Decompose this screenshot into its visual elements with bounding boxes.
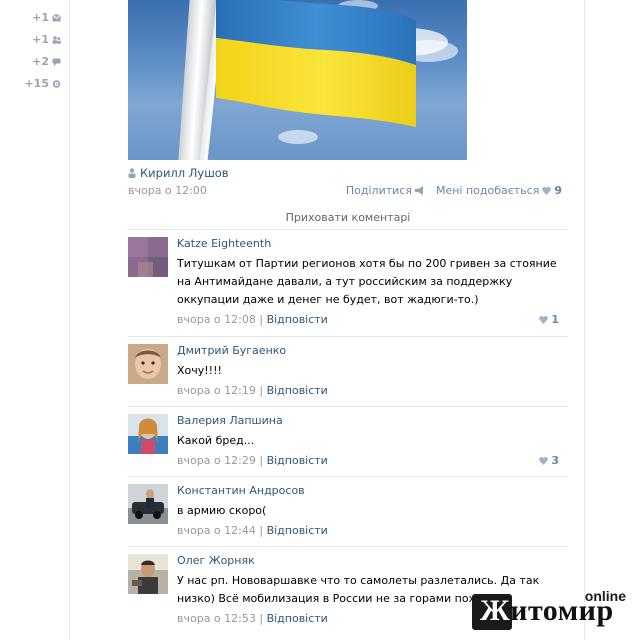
right-column-border bbox=[584, 0, 585, 640]
comment-like-count: 1 bbox=[551, 313, 559, 326]
comment-time[interactable]: вчора о 12:08 bbox=[177, 313, 256, 326]
meta-separator: | bbox=[255, 384, 267, 397]
gear-icon bbox=[52, 79, 61, 88]
comment-time[interactable]: вчора о 12:19 bbox=[177, 384, 256, 397]
avatar-image bbox=[128, 414, 168, 454]
messages-counter[interactable]: +1 bbox=[32, 11, 61, 24]
comment-icon bbox=[52, 58, 61, 66]
comment-author[interactable]: Katze Eighteenth bbox=[177, 237, 567, 251]
heart-icon bbox=[542, 186, 552, 195]
users-icon bbox=[52, 35, 61, 44]
avatar[interactable] bbox=[128, 484, 168, 524]
hide-comments-link[interactable]: Приховати коментарі bbox=[128, 206, 568, 230]
meta-separator: | bbox=[255, 612, 267, 625]
avatar-image bbox=[128, 344, 168, 384]
notifications-counter[interactable]: +15 bbox=[24, 77, 61, 90]
comment-item: Дмитрий Бугаенко Хочу!!!! вчора о 12:19 … bbox=[128, 344, 568, 407]
post-image[interactable] bbox=[128, 0, 467, 160]
meta-separator: | bbox=[255, 524, 267, 537]
avatar-image bbox=[128, 554, 168, 594]
comment-item: Константин Андросов в армию скоро( вчора… bbox=[128, 484, 568, 547]
site-watermark-logo: Житомир online bbox=[472, 588, 632, 636]
avatar-image bbox=[128, 484, 168, 524]
post-author-name[interactable]: Кирилл Лушов bbox=[140, 166, 229, 180]
reply-button[interactable]: Відповісти bbox=[267, 454, 328, 467]
comment-meta: вчора о 12:44 | Відповісти bbox=[177, 524, 567, 538]
post-date[interactable]: вчора о 12:00 bbox=[128, 184, 207, 197]
ukrainian-flag-image bbox=[216, 0, 416, 128]
comment-author[interactable]: Дмитрий Бугаенко bbox=[177, 344, 567, 358]
reply-button[interactable]: Відповісти bbox=[267, 313, 328, 326]
comment-meta: вчора о 12:08 | Відповісти 1 bbox=[177, 313, 567, 327]
comment-item: Katze Eighteenth Титушкам от Партии реги… bbox=[128, 237, 568, 337]
watermark-first-letter: Ж bbox=[480, 594, 511, 627]
comment-time[interactable]: вчора о 12:44 bbox=[177, 524, 256, 537]
notifications-count: +15 bbox=[24, 77, 49, 90]
comment-text: Титушкам от Партии регионов хотя бы по 2… bbox=[177, 257, 557, 306]
avatar-image bbox=[128, 237, 168, 277]
meta-separator: | bbox=[255, 454, 267, 467]
comment-like-count: 3 bbox=[551, 454, 559, 467]
share-label: Поділитися bbox=[345, 184, 412, 197]
user-icon bbox=[128, 168, 136, 178]
megaphone-icon bbox=[414, 186, 423, 195]
reply-button[interactable]: Відповісти bbox=[267, 612, 328, 625]
post-meta: вчора о 12:00 Поділитися Мені подобаєтьс… bbox=[128, 184, 568, 198]
avatar[interactable] bbox=[128, 414, 168, 454]
watermark-online: online bbox=[584, 588, 626, 604]
reply-button[interactable]: Відповісти bbox=[267, 384, 328, 397]
avatar[interactable] bbox=[128, 554, 168, 594]
friends-count: +1 bbox=[32, 33, 49, 46]
comment-item: Валерия Лапшина Какой бред... вчора о 12… bbox=[128, 414, 568, 477]
comment-text: Хочу!!!! bbox=[177, 364, 222, 377]
comment-text: Какой бред... bbox=[177, 434, 255, 447]
like-button[interactable]: Мені подобається 9 bbox=[436, 184, 562, 197]
comment-like-button[interactable]: 1 bbox=[539, 313, 559, 327]
friends-counter[interactable]: +1 bbox=[32, 33, 61, 46]
comment-author[interactable]: Валерия Лапшина bbox=[177, 414, 567, 428]
heart-icon bbox=[539, 457, 549, 465]
post-author[interactable]: Кирилл Лушов bbox=[128, 166, 229, 180]
left-sidebar: +1 +1 +2 +15 bbox=[0, 0, 70, 640]
comment-like-button[interactable]: 3 bbox=[539, 454, 559, 468]
envelope-icon bbox=[52, 13, 61, 21]
comments-count: +2 bbox=[32, 55, 49, 68]
meta-separator: | bbox=[255, 313, 267, 326]
comment-meta: вчора о 12:19 | Відповісти bbox=[177, 384, 567, 398]
comment-text: в армию скоро( bbox=[177, 504, 267, 517]
messages-count: +1 bbox=[32, 11, 49, 24]
comment-meta: вчора о 12:29 | Відповісти 3 bbox=[177, 454, 567, 468]
avatar[interactable] bbox=[128, 237, 168, 277]
comment-time[interactable]: вчора о 12:29 bbox=[177, 454, 256, 467]
heart-icon bbox=[539, 316, 549, 324]
share-button[interactable]: Поділитися bbox=[346, 184, 428, 197]
like-count: 9 bbox=[554, 184, 562, 197]
comment-time[interactable]: вчора о 12:53 bbox=[177, 612, 256, 625]
post-actions: Поділитися Мені подобається 9 bbox=[346, 184, 562, 197]
comments-counter[interactable]: +2 bbox=[32, 55, 61, 68]
avatar[interactable] bbox=[128, 344, 168, 384]
like-label: Мені подобається bbox=[435, 184, 540, 197]
comment-author[interactable]: Константин Андросов bbox=[177, 484, 567, 498]
reply-button[interactable]: Відповісти bbox=[267, 524, 328, 537]
comment-author[interactable]: Олег Жорняк bbox=[177, 554, 567, 568]
